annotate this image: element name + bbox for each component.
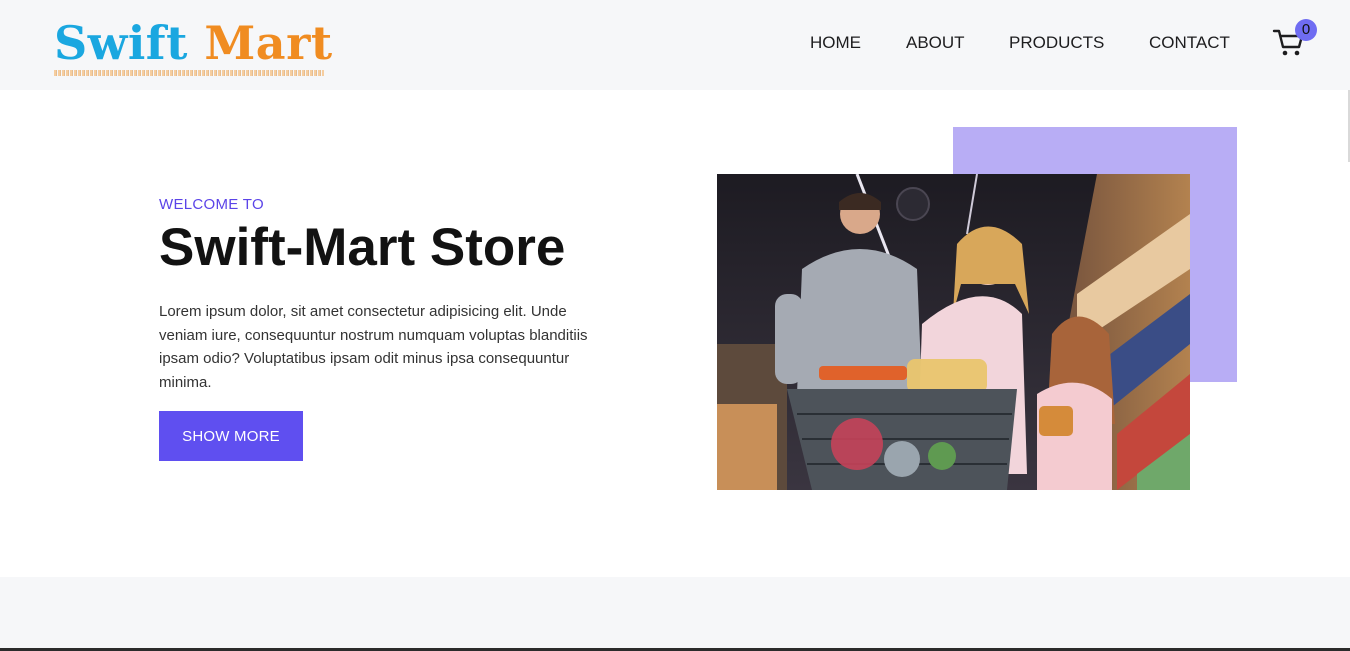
- nav-link-about[interactable]: ABOUT: [906, 33, 965, 53]
- brand-name-part1: Swift: [54, 16, 188, 70]
- site-header: Swift Mart HOME ABOUT PRODUCTS CONTACT 0: [0, 0, 1350, 90]
- logo-underline-decoration: [54, 70, 324, 76]
- hero-title: Swift-Mart Store: [159, 218, 566, 277]
- next-section: [0, 577, 1350, 651]
- nav-link-products[interactable]: PRODUCTS: [1009, 33, 1104, 53]
- brand-name-part2: Mart: [204, 16, 333, 70]
- nav-link-home[interactable]: HOME: [810, 33, 861, 53]
- hero-description: Lorem ipsum dolor, sit amet consectetur …: [159, 303, 588, 391]
- brand-logo[interactable]: Swift Mart: [54, 14, 333, 72]
- hero-section: WELCOME TO Swift-Mart Store Lorem ipsum …: [0, 90, 1350, 577]
- cart-count-badge: 0: [1295, 19, 1317, 41]
- hero-eyebrow: WELCOME TO: [159, 196, 264, 213]
- family-shopping-photo: [717, 174, 1190, 490]
- hero-image: [717, 174, 1190, 490]
- show-more-button[interactable]: SHOW MORE: [159, 411, 303, 461]
- cart-button[interactable]: 0: [1272, 19, 1317, 59]
- nav-link-contact[interactable]: CONTACT: [1149, 33, 1230, 53]
